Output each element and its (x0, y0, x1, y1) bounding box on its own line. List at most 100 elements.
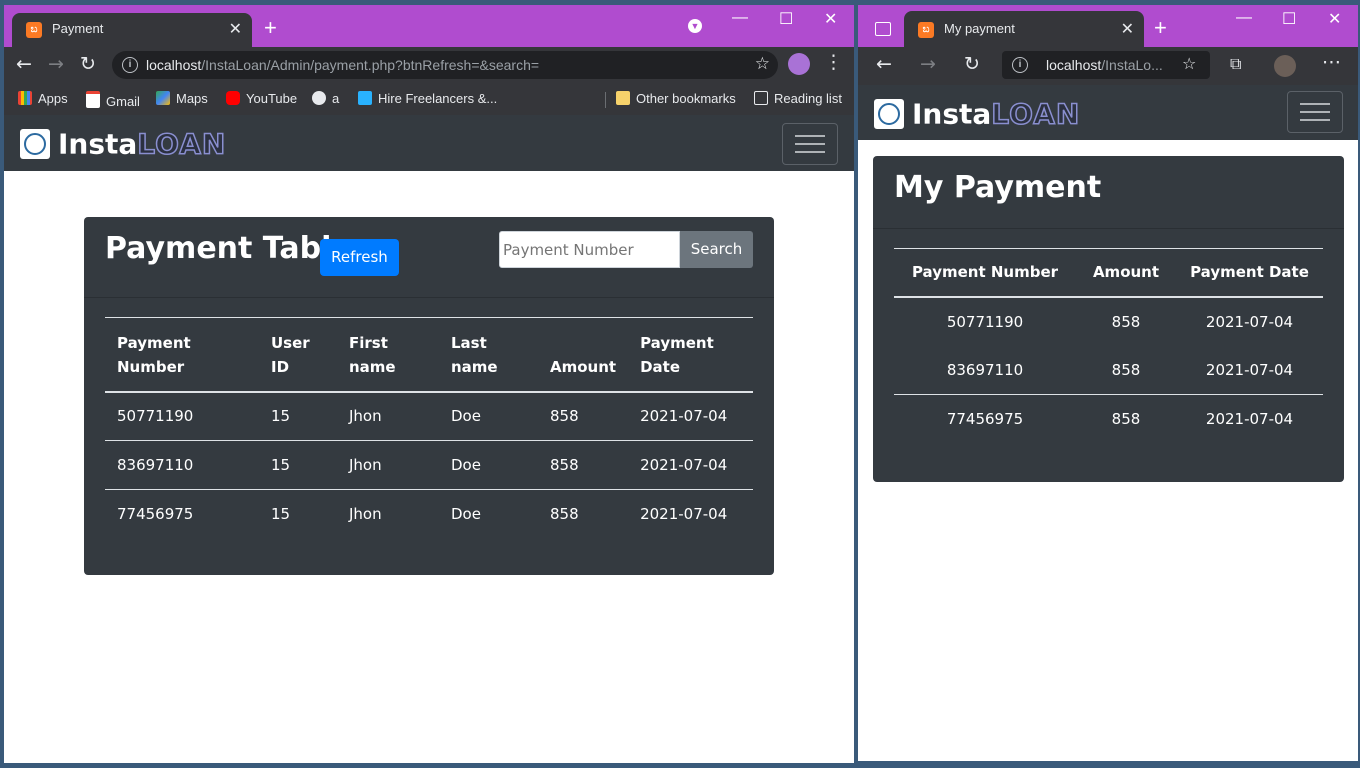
xampp-favicon-icon: ಬ (26, 22, 42, 38)
address-bar[interactable]: i localhost/InstaLoan/Admin/payment.php?… (112, 51, 778, 79)
forward-icon[interactable]: → (48, 53, 64, 75)
cell-payment-date: 2021-07-04 (1205, 312, 1294, 331)
globe-icon (312, 91, 326, 105)
user-browser-window: ಬ My payment ✕ + — ☐ ✕ ← → ↻ i localhost… (858, 5, 1358, 761)
payment-table-card: Payment Table Refresh Search Payment Num… (84, 217, 774, 575)
browser-toolbar: ← → ↻ i localhost/InstaLoan/Admin/paymen… (4, 47, 854, 83)
cell-amount: 858 (1111, 360, 1141, 379)
search-button[interactable]: Search (680, 231, 753, 268)
profile-avatar[interactable] (1274, 55, 1296, 77)
table-header-row: Payment Number User ID First name Last n… (105, 317, 753, 392)
new-tab-icon[interactable]: + (264, 15, 277, 41)
tab-actions-icon[interactable] (875, 22, 891, 36)
minimize-icon[interactable]: — (732, 9, 748, 27)
forward-icon[interactable]: → (920, 53, 936, 75)
table-row: 77456975 858 2021-07-04 (894, 395, 1323, 444)
bookmark-a[interactable]: a (312, 91, 339, 106)
cell-payment-number: 83697110 (946, 360, 1024, 379)
bookmark-maps[interactable]: Maps (156, 91, 208, 106)
new-tab-icon[interactable]: + (1154, 15, 1167, 41)
cell-payment-number: 50771190 (946, 312, 1024, 331)
cell-payment-date: 2021-07-04 (640, 456, 728, 474)
profile-avatar[interactable] (788, 53, 810, 75)
column-header-payment-number: Payment Number (117, 333, 191, 376)
column-header-payment-number: Payment Number (911, 263, 1059, 282)
bookmarks-divider (605, 92, 606, 108)
cell-payment-number: 50771190 (117, 407, 194, 426)
bookmark-hire-freelancers[interactable]: Hire Freelancers &... (358, 91, 497, 106)
bookmark-apps[interactable]: Apps (18, 91, 68, 106)
add-favorite-icon[interactable]: ☆ (1182, 54, 1196, 73)
cell-amount: 858 (550, 407, 579, 426)
column-header-payment-date: Payment Date (1190, 263, 1309, 282)
minimize-icon[interactable]: — (1236, 9, 1252, 27)
navbar-toggler-button[interactable] (1287, 91, 1343, 133)
hamburger-line (1300, 119, 1330, 121)
menu-dots-icon[interactable]: ⋮ (824, 51, 843, 73)
column-header-user-id: User ID (271, 333, 310, 376)
close-window-icon[interactable]: ✕ (824, 9, 837, 29)
table-row: 83697110 15 Jhon Doe 858 2021-07-04 (105, 441, 753, 490)
navbar-toggler-button[interactable] (782, 123, 838, 165)
collections-icon[interactable]: ⧉ (1230, 54, 1241, 74)
maximize-icon[interactable]: ☐ (1282, 9, 1296, 29)
hamburger-line (1300, 103, 1330, 105)
site-info-icon[interactable]: i (122, 57, 138, 73)
hamburger-line (795, 135, 825, 137)
gmail-icon (86, 91, 100, 108)
cell-payment-number: 77456975 (946, 410, 1024, 429)
hamburger-line (795, 151, 825, 153)
other-bookmarks[interactable]: Other bookmarks (616, 91, 736, 106)
cell-amount: 858 (1111, 410, 1141, 429)
column-header-amount: Amount (1092, 263, 1160, 282)
bookmark-star-icon[interactable]: ☆ (755, 54, 770, 74)
refresh-button[interactable]: Refresh (320, 239, 399, 276)
instaloan-logo[interactable]: InstaLOAN (20, 126, 226, 161)
reading-list[interactable]: Reading list (754, 91, 842, 106)
close-tab-icon[interactable]: ✕ (1121, 19, 1134, 39)
close-window-icon[interactable]: ✕ (1328, 9, 1341, 29)
page-title: Payment Table (105, 231, 352, 266)
cell-payment-date: 2021-07-04 (640, 407, 728, 426)
xampp-favicon-icon: ಬ (918, 22, 934, 38)
url-text: localhost/InstaLoan/Admin/payment.php?bt… (146, 57, 540, 73)
cell-last-name: Doe (451, 407, 481, 426)
column-header-last-name: Last name (451, 333, 498, 376)
cell-payment-number: 83697110 (117, 456, 194, 474)
site-navbar: InstaLOAN (4, 115, 854, 171)
bookmark-gmail[interactable]: Gmail (86, 91, 140, 109)
freelancer-icon (358, 91, 372, 105)
back-icon[interactable]: ← (16, 53, 32, 75)
card-header: Payment Table Refresh Search (84, 217, 774, 298)
cell-user-id: 15 (271, 456, 291, 474)
reload-icon[interactable]: ↻ (964, 53, 980, 75)
column-header-amount: Amount (550, 357, 617, 376)
table-row: 50771190 858 2021-07-04 (894, 297, 1323, 346)
cell-user-id: 15 (271, 407, 291, 426)
tab-title: My payment (944, 21, 1015, 36)
cell-amount: 858 (550, 505, 579, 524)
tab-payment[interactable]: ಬ Payment ✕ (12, 13, 252, 47)
payment-table: Payment Number User ID First name Last n… (105, 317, 753, 539)
address-bar[interactable]: i localhost/InstaLo... (1002, 51, 1210, 79)
maps-icon (156, 91, 170, 105)
browser-toolbar: ← → ↻ i localhost/InstaLo... ☆ ⧉ ⋯ (858, 47, 1358, 85)
settings-dots-icon[interactable]: ⋯ (1322, 51, 1341, 73)
cell-payment-date: 2021-07-04 (640, 505, 728, 524)
site-navbar: InstaLOAN (858, 85, 1358, 140)
table-row: 83697110 858 2021-07-04 (894, 346, 1323, 395)
tab-search-icon[interactable]: ▼ (688, 19, 702, 33)
site-info-icon[interactable]: i (1012, 57, 1028, 73)
search-input[interactable] (499, 231, 680, 268)
close-tab-icon[interactable]: ✕ (229, 19, 242, 39)
reload-icon[interactable]: ↻ (80, 53, 96, 75)
tab-my-payment[interactable]: ಬ My payment ✕ (904, 11, 1144, 47)
folder-icon (616, 91, 630, 105)
back-icon[interactable]: ← (876, 53, 892, 75)
column-header-first-name: First name (349, 333, 396, 376)
column-header-payment-date: Payment Date (640, 333, 714, 376)
bookmark-youtube[interactable]: YouTube (226, 91, 297, 106)
table-header-row: Payment Number Amount Payment Date (894, 248, 1323, 297)
maximize-icon[interactable]: ☐ (779, 9, 793, 29)
instaloan-logo[interactable]: InstaLOAN (874, 96, 1080, 131)
